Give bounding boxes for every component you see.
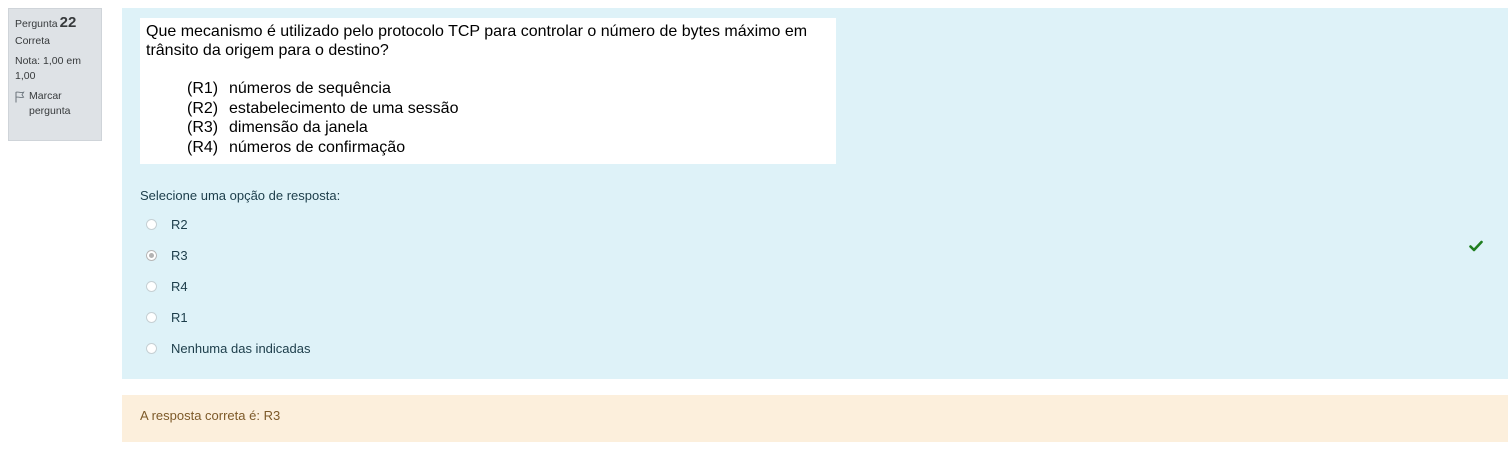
question-option: (R2) estabelecimento de uma sessão bbox=[187, 99, 458, 119]
question-option: (R4) números de confirmação bbox=[187, 138, 458, 158]
question-formulation: Que mecanismo é utilizado pelo protocolo… bbox=[122, 8, 1508, 379]
question-option-list: (R1) números de sequência (R2) estabelec… bbox=[187, 79, 458, 157]
question-option-code: (R3) bbox=[187, 119, 219, 136]
question-grade: Nota: 1,00 em 1,00 bbox=[15, 55, 81, 82]
answer-option-label: R4 bbox=[171, 279, 188, 294]
answer-option-label: R1 bbox=[171, 310, 188, 325]
question-label: Pergunta bbox=[15, 18, 58, 30]
question-option-text: estabelecimento de uma sessão bbox=[229, 99, 459, 117]
correct-answer-text: A resposta correta é: R3 bbox=[140, 408, 281, 423]
flag-icon bbox=[15, 91, 25, 103]
question-info-panel: Pergunta 22 Correta Nota: 1,00 em 1,00 Ma… bbox=[8, 8, 102, 141]
question-number: 22 bbox=[59, 14, 77, 31]
radio-button[interactable] bbox=[146, 312, 157, 323]
answer-prompt: Selecione uma opção de resposta: bbox=[140, 188, 341, 203]
radio-button[interactable] bbox=[146, 219, 157, 230]
question-option-text: números de confirmação bbox=[229, 138, 406, 156]
question-state: Correta bbox=[15, 35, 51, 47]
answer-option-none[interactable]: Nenhuma das indicadas bbox=[146, 333, 310, 364]
question-option-code: (R2) bbox=[187, 99, 219, 117]
answer-option-r3[interactable]: R3 bbox=[146, 240, 310, 271]
answer-option-r1[interactable]: R1 bbox=[146, 302, 310, 333]
question-number-line: Pergunta 22 bbox=[15, 15, 95, 32]
question-image: Que mecanismo é utilizado pelo protocolo… bbox=[140, 18, 836, 164]
answer-option-r4[interactable]: R4 bbox=[146, 271, 310, 302]
answer-options: R2 R3 R4 R1 Nenhuma das indicadas bbox=[146, 209, 310, 364]
question-option-text: números de sequência bbox=[229, 80, 391, 97]
answer-option-label: R2 bbox=[171, 217, 188, 232]
radio-button[interactable] bbox=[146, 343, 157, 354]
answer-option-label: Nenhuma das indicadas bbox=[171, 341, 311, 356]
question-option-text: dimensão da janela bbox=[229, 119, 368, 136]
radio-button-selected[interactable] bbox=[146, 250, 157, 261]
question-option: (R1) números de sequência bbox=[187, 79, 458, 99]
feedback-panel: A resposta correta é: R3 bbox=[122, 395, 1508, 442]
answer-option-label: R3 bbox=[171, 248, 188, 263]
question-option-code: (R1) bbox=[187, 80, 219, 97]
answer-option-r2[interactable]: R2 bbox=[146, 209, 310, 240]
question-option-code: (R4) bbox=[187, 138, 219, 156]
radio-button[interactable] bbox=[146, 281, 157, 292]
flag-label: Marcar pergunta bbox=[29, 90, 71, 117]
check-icon bbox=[1469, 240, 1483, 252]
question-text: Que mecanismo é utilizado pelo protocolo… bbox=[146, 23, 808, 59]
flag-question-link[interactable]: Marcar pergunta bbox=[15, 89, 95, 119]
question-option: (R3) dimensão da janela bbox=[187, 118, 458, 138]
